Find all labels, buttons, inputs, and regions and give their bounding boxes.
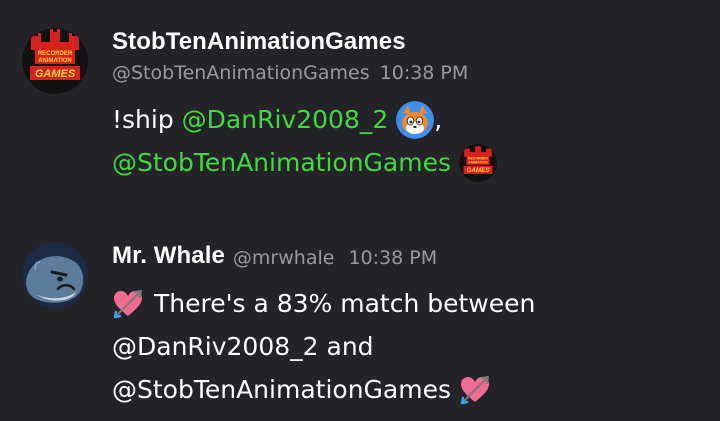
command-text: !ship	[112, 105, 174, 134]
mention-danriv[interactable]: @DanRiv2008_2	[182, 98, 389, 141]
user-handle[interactable]: @mrwhale	[233, 247, 335, 269]
message-content: StobTenAnimationGames @StobTenAnimationG…	[112, 22, 710, 184]
heart-with-arrow-icon	[460, 375, 489, 404]
avatar[interactable]: RECORDER ANIMATION GAMES	[22, 28, 88, 94]
user-handle[interactable]: @StobTenAnimationGames	[112, 62, 370, 84]
message-header: StobTenAnimationGames	[112, 22, 710, 56]
logo-text-3: GAMES	[466, 167, 490, 174]
logo-text-3: GAMES	[35, 68, 76, 80]
logo-text-1: RECORDER	[38, 51, 73, 57]
logo-text-2: ANIMATION	[468, 160, 488, 164]
mention-stobten[interactable]: @StobTenAnimationGames	[112, 141, 451, 184]
body-line: !ship @DanRiv2008_2 ,	[112, 98, 710, 141]
timestamp: 10:38 PM	[379, 62, 469, 84]
display-name[interactable]: Mr. Whale	[112, 242, 225, 270]
red-castle-logo-icon: RECORDER ANIMATION GAMES	[22, 28, 88, 94]
heart-with-arrow-icon	[113, 289, 142, 318]
stobten-avatar[interactable]: RECORDER ANIMATION GAMES	[459, 143, 497, 182]
danriv-avatar[interactable]	[396, 100, 435, 139]
body-line: There's a 83% match between	[112, 282, 710, 325]
fox-face-icon	[396, 100, 435, 139]
avatar[interactable]	[22, 242, 88, 308]
body-line: @StobTenAnimationGames	[112, 368, 710, 411]
separator-comma: ,	[434, 105, 443, 134]
message-body: !ship @DanRiv2008_2 , @StobTenAnimationG…	[112, 98, 710, 184]
logo-text-1: RECORDER	[468, 156, 488, 160]
message-content: Mr. Whale @mrwhale 10:38 PM There's a 83…	[112, 236, 710, 411]
message-body: There's a 83% match between @DanRiv2008_…	[112, 282, 710, 411]
red-castle-logo-icon: RECORDER ANIMATION GAMES	[459, 143, 497, 182]
timestamp: 10:38 PM	[348, 247, 438, 269]
display-name[interactable]: StobTenAnimationGames	[112, 28, 406, 56]
body-line: @DanRiv2008_2 and	[112, 325, 710, 368]
logo-text-2: ANIMATION	[38, 58, 72, 64]
message-feed: RECORDER ANIMATION GAMES StobTenAnimatio…	[0, 0, 720, 421]
match-text: There's a 83% match between	[154, 289, 536, 318]
message-header: Mr. Whale @mrwhale 10:38 PM	[112, 236, 710, 270]
match-text: @StobTenAnimationGames	[112, 375, 451, 404]
message-subheader: @StobTenAnimationGames 10:38 PM	[112, 62, 710, 84]
match-text: @DanRiv2008_2 and	[112, 332, 374, 361]
body-line: @StobTenAnimationGames RECORDER ANIMATIO…	[112, 141, 710, 184]
angry-whale-icon	[22, 242, 88, 308]
